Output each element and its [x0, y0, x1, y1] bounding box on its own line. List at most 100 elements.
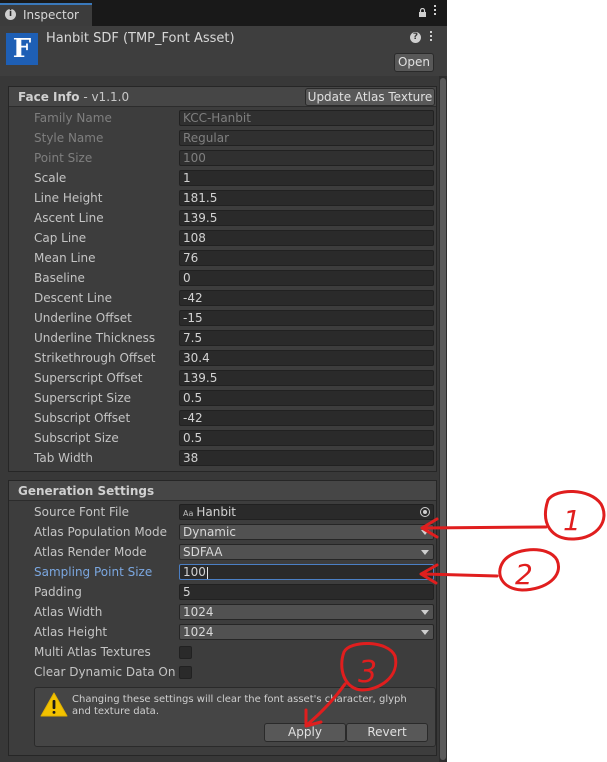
generation-settings-section: Generation Settings Source Font File Aa H…	[8, 480, 437, 756]
text-cursor	[206, 566, 208, 579]
section-title: Face Info - v1.1.0	[18, 90, 130, 104]
source-font-field[interactable]: Aa Hanbit	[179, 504, 434, 520]
padding-label: Padding	[34, 585, 82, 599]
tab-strip: i Inspector	[0, 0, 447, 26]
field-label: Ascent Line	[34, 211, 104, 225]
source-font-label: Source Font File	[34, 505, 130, 519]
revert-button[interactable]: Revert	[346, 723, 428, 742]
face-info-row: Superscript Offset 139.5	[9, 369, 436, 389]
field-label: Underline Offset	[34, 311, 132, 325]
face-info-row: Tab Width 38	[9, 449, 436, 469]
object-picker-icon[interactable]	[420, 507, 430, 517]
field-label: Family Name	[34, 111, 112, 125]
padding-input[interactable]: 5	[179, 584, 434, 600]
face-info-header[interactable]: Face Info - v1.1.0 Update Atlas Texture	[9, 87, 436, 107]
face-info-row: Descent Line -42	[9, 289, 436, 309]
warning-icon	[40, 692, 68, 717]
field-input[interactable]: 1	[179, 170, 434, 186]
field-input[interactable]: 0	[179, 270, 434, 286]
multi-atlas-checkbox[interactable]	[179, 646, 192, 659]
field-input[interactable]: -42	[179, 410, 434, 426]
warning-help-box: Changing these settings will clear the f…	[34, 687, 436, 747]
annotation-number-2: 2	[515, 558, 533, 591]
tab-label: Inspector	[23, 8, 79, 22]
field-input[interactable]: 139.5	[179, 370, 434, 386]
face-info-row: Style Name Regular	[9, 129, 436, 149]
chevron-down-icon	[421, 630, 429, 635]
field-input[interactable]: 76	[179, 250, 434, 266]
field-input[interactable]: 38	[179, 450, 434, 466]
asset-header: F Hanbit SDF (TMP_Font Asset) ? Open	[0, 26, 447, 76]
generation-settings-header[interactable]: Generation Settings	[9, 481, 436, 501]
warning-text: Changing these settings will clear the f…	[72, 694, 407, 717]
apply-button[interactable]: Apply	[264, 723, 346, 742]
field-input: Regular	[179, 130, 434, 146]
info-icon: i	[5, 9, 16, 20]
field-label: Descent Line	[34, 291, 112, 305]
field-label: Subscript Size	[34, 431, 119, 445]
lock-icon[interactable]	[418, 8, 427, 17]
source-font-row: Source Font File Aa Hanbit	[9, 503, 436, 523]
help-icon[interactable]: ?	[410, 32, 421, 43]
field-label: Scale	[34, 171, 67, 185]
face-info-version: - v1.1.0	[79, 90, 130, 104]
render-mode-row: Atlas Render Mode SDFAA	[9, 543, 436, 563]
field-label: Line Height	[34, 191, 103, 205]
field-input[interactable]: 30.4	[179, 350, 434, 366]
clear-dynamic-checkbox[interactable]	[179, 666, 192, 679]
sampling-point-size-row: Sampling Point Size 100	[9, 563, 436, 583]
face-info-section: Face Info - v1.1.0 Update Atlas Texture …	[8, 86, 437, 472]
field-input[interactable]: 0.5	[179, 430, 434, 446]
face-info-row: Cap Line 108	[9, 229, 436, 249]
chevron-down-icon	[421, 530, 429, 535]
section-title: Generation Settings	[18, 484, 155, 498]
render-mode-dropdown[interactable]: SDFAA	[179, 544, 434, 560]
field-input[interactable]: -15	[179, 310, 434, 326]
face-info-row: Line Height 181.5	[9, 189, 436, 209]
vertical-scrollbar[interactable]	[439, 76, 447, 762]
asset-title: Hanbit SDF (TMP_Font Asset)	[46, 31, 235, 46]
font-asset-icon: F	[6, 33, 38, 65]
population-mode-dropdown[interactable]: Dynamic	[179, 524, 434, 540]
tab-inspector[interactable]: i Inspector	[0, 3, 92, 26]
face-info-row: Superscript Size 0.5	[9, 389, 436, 409]
open-button[interactable]: Open	[394, 53, 434, 72]
field-input[interactable]: 139.5	[179, 210, 434, 226]
scrollbar-thumb[interactable]	[440, 78, 446, 760]
field-input[interactable]: 181.5	[179, 190, 434, 206]
sampling-point-size-value: 100	[183, 565, 206, 579]
atlas-height-row: Atlas Height 1024	[9, 623, 436, 643]
face-info-row: Family Name KCC-Hanbit	[9, 109, 436, 129]
field-input[interactable]: 7.5	[179, 330, 434, 346]
clear-dynamic-row: Clear Dynamic Data On B	[9, 663, 436, 683]
atlas-width-label: Atlas Width	[34, 605, 103, 619]
face-info-row: Ascent Line 139.5	[9, 209, 436, 229]
kebab-menu-icon[interactable]	[430, 31, 434, 43]
face-info-row: Mean Line 76	[9, 249, 436, 269]
face-info-row: Underline Thickness 7.5	[9, 329, 436, 349]
atlas-width-row: Atlas Width 1024	[9, 603, 436, 623]
field-label: Underline Thickness	[34, 331, 156, 345]
multi-atlas-label: Multi Atlas Textures	[34, 645, 151, 659]
face-info-row: Scale 1	[9, 169, 436, 189]
sampling-point-size-label: Sampling Point Size	[34, 565, 153, 579]
annotation-number-1: 1	[563, 504, 581, 537]
field-input: KCC-Hanbit	[179, 110, 434, 126]
sampling-point-size-input[interactable]: 100	[179, 564, 434, 580]
field-input[interactable]: 0.5	[179, 390, 434, 406]
face-info-row: Underline Offset -15	[9, 309, 436, 329]
face-info-row: Subscript Offset -42	[9, 409, 436, 429]
update-atlas-texture-button[interactable]: Update Atlas Texture	[305, 88, 435, 106]
field-input: 100	[179, 150, 434, 166]
field-input[interactable]: 108	[179, 230, 434, 246]
atlas-height-dropdown[interactable]: 1024	[179, 624, 434, 640]
chevron-down-icon	[421, 610, 429, 615]
field-input[interactable]: -42	[179, 290, 434, 306]
render-mode-label: Atlas Render Mode	[34, 545, 147, 559]
atlas-width-dropdown[interactable]: 1024	[179, 604, 434, 620]
atlas-width-value: 1024	[183, 605, 214, 619]
field-label: Cap Line	[34, 231, 87, 245]
kebab-menu-icon[interactable]	[434, 5, 438, 17]
inspector-panel: i Inspector F Hanbit SDF (TMP_Font Asset…	[0, 0, 447, 762]
atlas-height-value: 1024	[183, 625, 214, 639]
